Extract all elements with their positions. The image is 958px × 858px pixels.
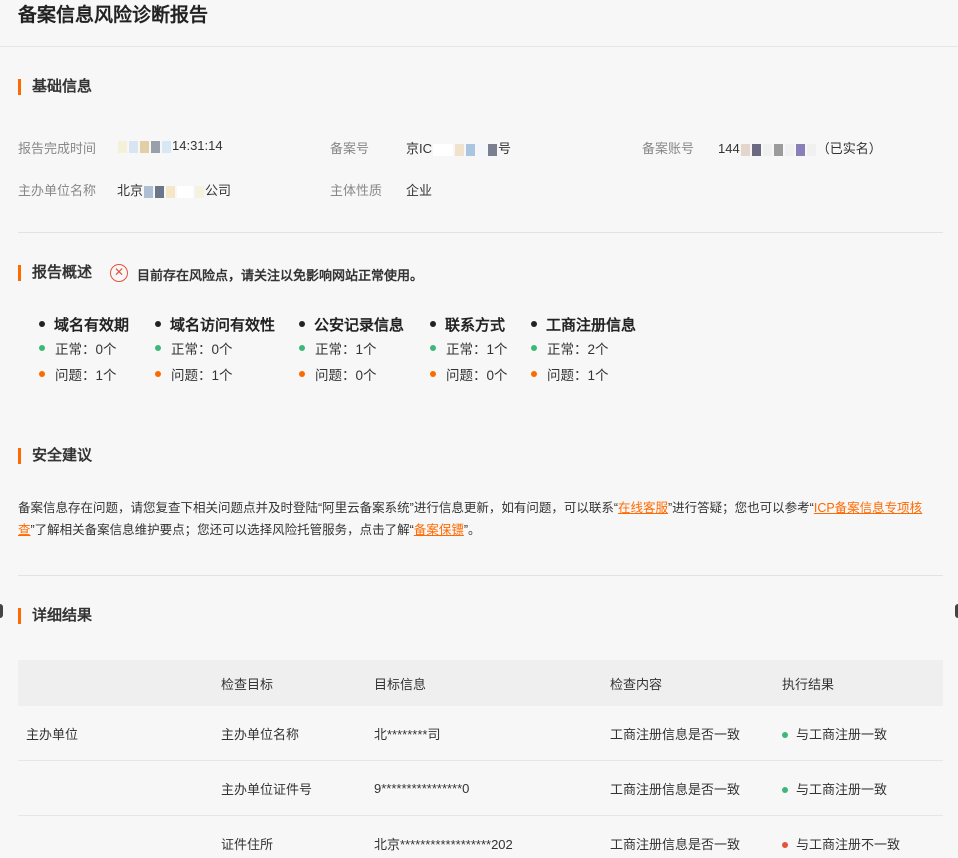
section-title-basic: 基础信息: [18, 79, 92, 95]
account-label: 备案账号: [642, 141, 695, 156]
redacted-blocks: [740, 141, 817, 156]
row-info: 北京******************202: [374, 836, 513, 852]
section-title-advice: 安全建议: [18, 448, 92, 464]
stat-title: 域名有效期: [54, 316, 130, 334]
row-target: 主办单位名称: [221, 726, 300, 742]
stat-contact: 联系方式 正常：1个 问题：0个: [430, 313, 508, 387]
stat-issue: 问题：1个: [547, 368, 609, 383]
stat-issue: 问题：0个: [315, 368, 377, 383]
redacted-blocks: [143, 183, 205, 198]
redacted-blocks: [117, 138, 172, 153]
status-dot-icon: [39, 345, 45, 351]
status-dot-icon: [531, 345, 537, 351]
status-dot-icon: [430, 345, 436, 351]
col-header: 执行结果: [782, 676, 835, 692]
stat-police-record: 公安记录信息 正常：1个 问题：0个: [299, 313, 404, 387]
row-target: 证件住所: [221, 836, 274, 852]
bullet-icon: [430, 321, 436, 327]
page-header: 备案信息风险诊断报告: [0, 0, 958, 47]
stat-title: 公安记录信息: [314, 316, 405, 334]
status-dot-icon: [155, 345, 161, 351]
row-info: 北********司: [374, 726, 441, 742]
stat-normal: 正常：0个: [171, 342, 233, 357]
bullet-icon: [299, 321, 305, 327]
status-dot-icon: [299, 371, 305, 377]
stat-title: 联系方式: [445, 316, 506, 334]
online-support-link[interactable]: 在线客服: [618, 501, 668, 515]
row-target: 主办单位证件号: [221, 781, 313, 797]
row-content: 工商注册信息是否一致: [610, 781, 741, 797]
collapse-handle-left[interactable]: [0, 604, 3, 618]
entity-value: 企业: [406, 183, 433, 198]
redacted-blocks: [432, 141, 498, 156]
advice-text: 备案信息存在问题，请您复查下相关问题点并及时登陆“阿里云备案系统”进行信息更新，…: [18, 501, 923, 537]
table-header: 检查目标 目标信息 检查内容 执行结果: [18, 660, 943, 706]
table-row: 证件住所 北京******************202 工商注册信息是否一致 …: [18, 816, 943, 858]
stat-issue: 问题：1个: [55, 368, 117, 383]
stat-business-registration: 工商注册信息 正常：2个 问题：1个: [531, 313, 636, 387]
bullet-icon: [39, 321, 45, 327]
stat-normal: 正常：1个: [446, 342, 508, 357]
row-content: 工商注册信息是否一致: [610, 836, 741, 852]
account-value: 144 （已实名）: [718, 141, 882, 156]
stat-normal: 正常：2个: [547, 342, 609, 357]
table-row: 主办单位 主办单位名称 北********司 工商注册信息是否一致 与工商注册一…: [18, 706, 943, 761]
status-dot-icon: [782, 842, 788, 849]
stat-domain-access: 域名访问有效性 正常：0个 问题：1个: [155, 313, 275, 387]
row-content: 工商注册信息是否一致: [610, 726, 741, 742]
col-header: 检查目标: [221, 676, 274, 692]
status-dot-icon: [155, 371, 161, 377]
page-title: 备案信息风险诊断报告: [18, 5, 209, 26]
status-dot-icon: [430, 371, 436, 377]
stat-title: 域名访问有效性: [170, 316, 276, 334]
record-no-value: 京IC 号: [406, 141, 512, 156]
record-no-label: 备案号: [330, 141, 370, 156]
stat-issue: 问题：1个: [171, 368, 233, 383]
col-header: 检查内容: [610, 676, 663, 692]
divider: [18, 232, 943, 233]
stat-normal: 正常：0个: [55, 342, 117, 357]
status-dot-icon: [782, 787, 788, 794]
section-title-details: 详细结果: [18, 608, 92, 624]
divider: [18, 575, 943, 576]
stat-title: 工商注册信息: [546, 316, 637, 334]
entity-label: 主体性质: [330, 183, 383, 198]
table-row: 主办单位证件号 9****************0 工商注册信息是否一致 与工…: [18, 761, 943, 816]
stat-normal: 正常：1个: [315, 342, 377, 357]
status-dot-icon: [39, 371, 45, 377]
row-result: 与工商注册一致: [782, 724, 887, 743]
row-result: 与工商注册一致: [782, 779, 887, 798]
record-guard-link[interactable]: 备案保镖: [414, 523, 464, 537]
status-dot-icon: [782, 732, 788, 739]
stat-issue: 问题：0个: [446, 368, 508, 383]
row-result: 与工商注册不一致: [782, 834, 900, 853]
bullet-icon: [531, 321, 537, 327]
status-dot-icon: [531, 371, 537, 377]
stat-domain-validity: 域名有效期 正常：0个 问题：1个: [39, 313, 129, 387]
org-name-label: 主办单位名称: [18, 183, 97, 198]
row-group: 主办单位: [26, 726, 79, 742]
row-info: 9****************0: [374, 780, 470, 796]
bullet-icon: [155, 321, 161, 327]
section-title-overview: 报告概述: [18, 265, 92, 281]
org-name-value: 北京 公司: [117, 183, 232, 198]
close-circle-icon: ✕: [110, 264, 128, 282]
report-time-label: 报告完成时间: [18, 141, 97, 156]
col-header: 目标信息: [374, 676, 427, 692]
detail-table: 检查目标 目标信息 检查内容 执行结果 主办单位 主办单位名称 北*******…: [18, 660, 943, 858]
status-dot-icon: [299, 345, 305, 351]
report-time-value: 14:31:14: [117, 138, 223, 153]
overview-message: 目前存在风险点，请关注以免影响网站正常使用。: [137, 268, 424, 283]
